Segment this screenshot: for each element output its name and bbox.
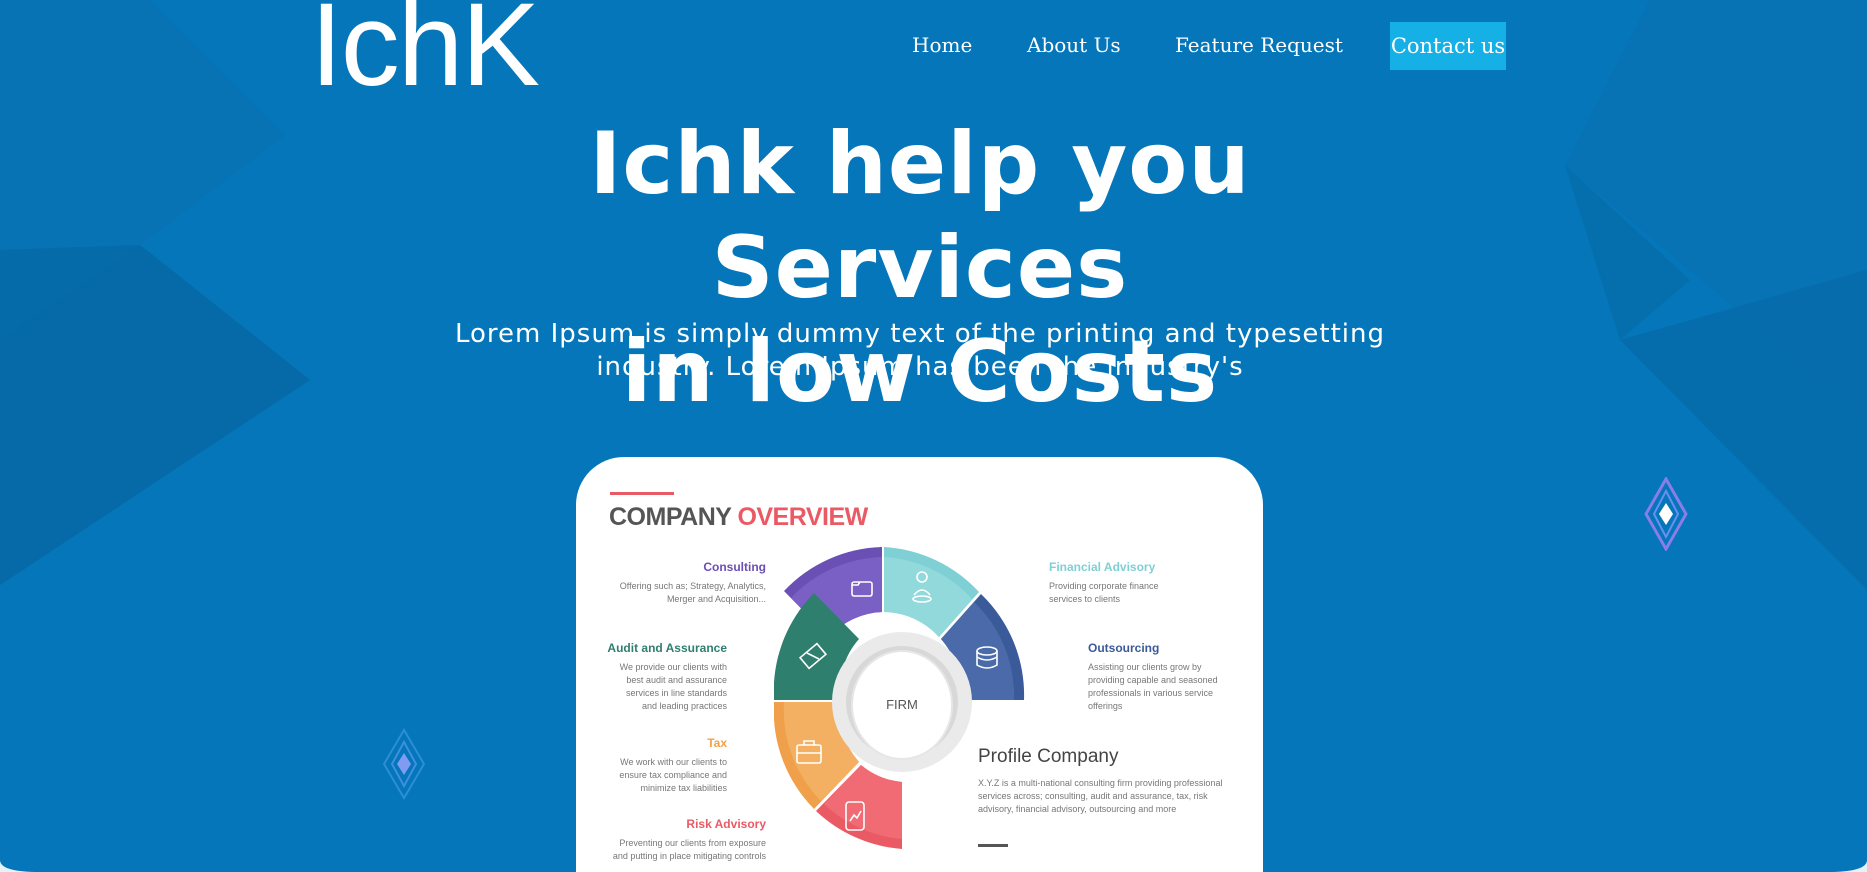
service-title: Outsourcing xyxy=(1088,641,1160,655)
service-desc: Providing corporate finance services to … xyxy=(1049,581,1159,604)
services-wheel: FIRM xyxy=(774,547,1025,849)
firm-label: FIRM xyxy=(886,697,918,712)
service-desc: Preventing our clients from exposure and… xyxy=(612,838,766,861)
overview-title-word-1: COMPANY xyxy=(609,503,731,531)
hero-subtitle-line-1: Lorem Ipsum is simply dummy text of the … xyxy=(454,319,1386,349)
service-consulting: Consulting Offering such as; Strategy, A… xyxy=(596,560,766,606)
service-audit: Audit and Assurance We provide our clien… xyxy=(576,641,727,713)
service-desc: Assisting our clients grow by providing … xyxy=(1088,662,1218,711)
hero-subtitle: Lorem Ipsum is simply dummy text of the … xyxy=(420,318,1420,384)
brand-logo[interactable]: IchK xyxy=(310,0,540,104)
service-title: Financial Advisory xyxy=(1049,560,1156,574)
nav-home[interactable]: Home xyxy=(912,33,972,57)
service-title: Audit and Assurance xyxy=(607,641,727,655)
service-tax: Tax We work with our clients to ensure t… xyxy=(576,736,727,795)
service-financial-advisory: Financial Advisory Providing corporate f… xyxy=(1049,560,1219,606)
diamond-icon xyxy=(1644,477,1688,551)
service-risk-advisory: Risk Advisory Preventing our clients fro… xyxy=(596,817,766,863)
service-outsourcing: Outsourcing Assisting our clients grow b… xyxy=(1088,641,1258,713)
title-accent-bar xyxy=(610,492,674,495)
contact-us-button[interactable]: Contact us xyxy=(1390,22,1506,70)
nav-feature-request[interactable]: Feature Request xyxy=(1175,33,1343,57)
service-desc: We work with our clients to ensure tax c… xyxy=(619,757,727,793)
service-title: Tax xyxy=(707,736,727,750)
hero-subtitle-line-2: industry. Lorem Ipsum has been the indus… xyxy=(596,352,1244,382)
company-overview-card: COMPANY OVERVIEW Consulting Offering suc… xyxy=(576,457,1263,872)
hero-title-line-1: Ichk help you Services xyxy=(589,114,1251,318)
service-desc: We provide our clients with best audit a… xyxy=(619,662,727,711)
overview-title-word-2: OVERVIEW xyxy=(737,503,868,531)
nav-about-us[interactable]: About Us xyxy=(1027,33,1121,57)
overview-title: COMPANY OVERVIEW xyxy=(609,503,868,532)
service-desc: Offering such as; Strategy, Analytics, M… xyxy=(619,581,766,604)
service-title: Risk Advisory xyxy=(686,817,766,831)
diamond-icon xyxy=(382,728,426,800)
service-title: Consulting xyxy=(703,560,766,574)
